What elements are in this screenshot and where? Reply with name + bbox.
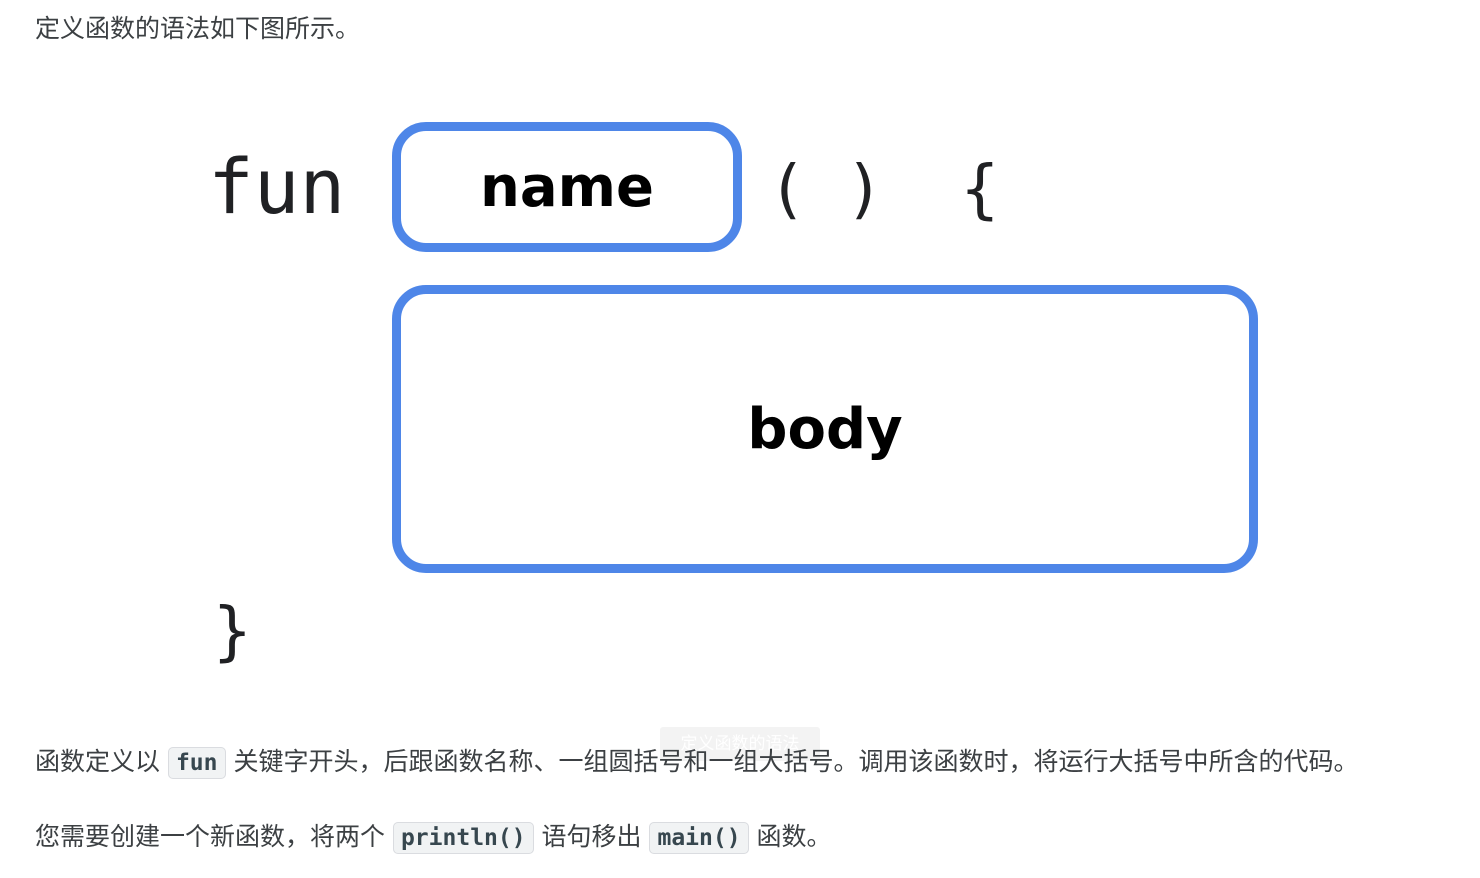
para2-text-middle: 语句移出: [533, 822, 650, 851]
paragraph-fun-keyword: 函数定义以 fun 关键字开头，后跟函数名称、一组圆括号和一组大括号。调用该函数…: [35, 745, 1358, 780]
code-main: main(): [649, 822, 749, 854]
body-label: body: [747, 396, 903, 462]
function-syntax-diagram: fun name ( ) { body }: [0, 0, 1480, 700]
code-fun: fun: [167, 747, 226, 779]
para2-text-before: 您需要创建一个新函数，将两个: [35, 822, 393, 851]
name-label: name: [480, 154, 654, 220]
code-println: println(): [392, 822, 534, 854]
body-box: body: [392, 285, 1258, 573]
paragraph-new-function: 您需要创建一个新函数，将两个 println() 语句移出 main() 函数。: [35, 820, 832, 855]
close-brace: }: [213, 595, 252, 669]
fun-keyword: fun: [208, 142, 346, 231]
para1-text-before: 函数定义以: [35, 747, 168, 776]
name-box: name: [392, 122, 742, 252]
para2-text-after: 函数。: [748, 822, 832, 851]
para1-text-after: 关键字开头，后跟函数名称、一组圆括号和一组大括号。调用该函数时，将运行大括号中所…: [225, 747, 1359, 776]
parens-and-open-brace: ( ) {: [768, 153, 1000, 227]
